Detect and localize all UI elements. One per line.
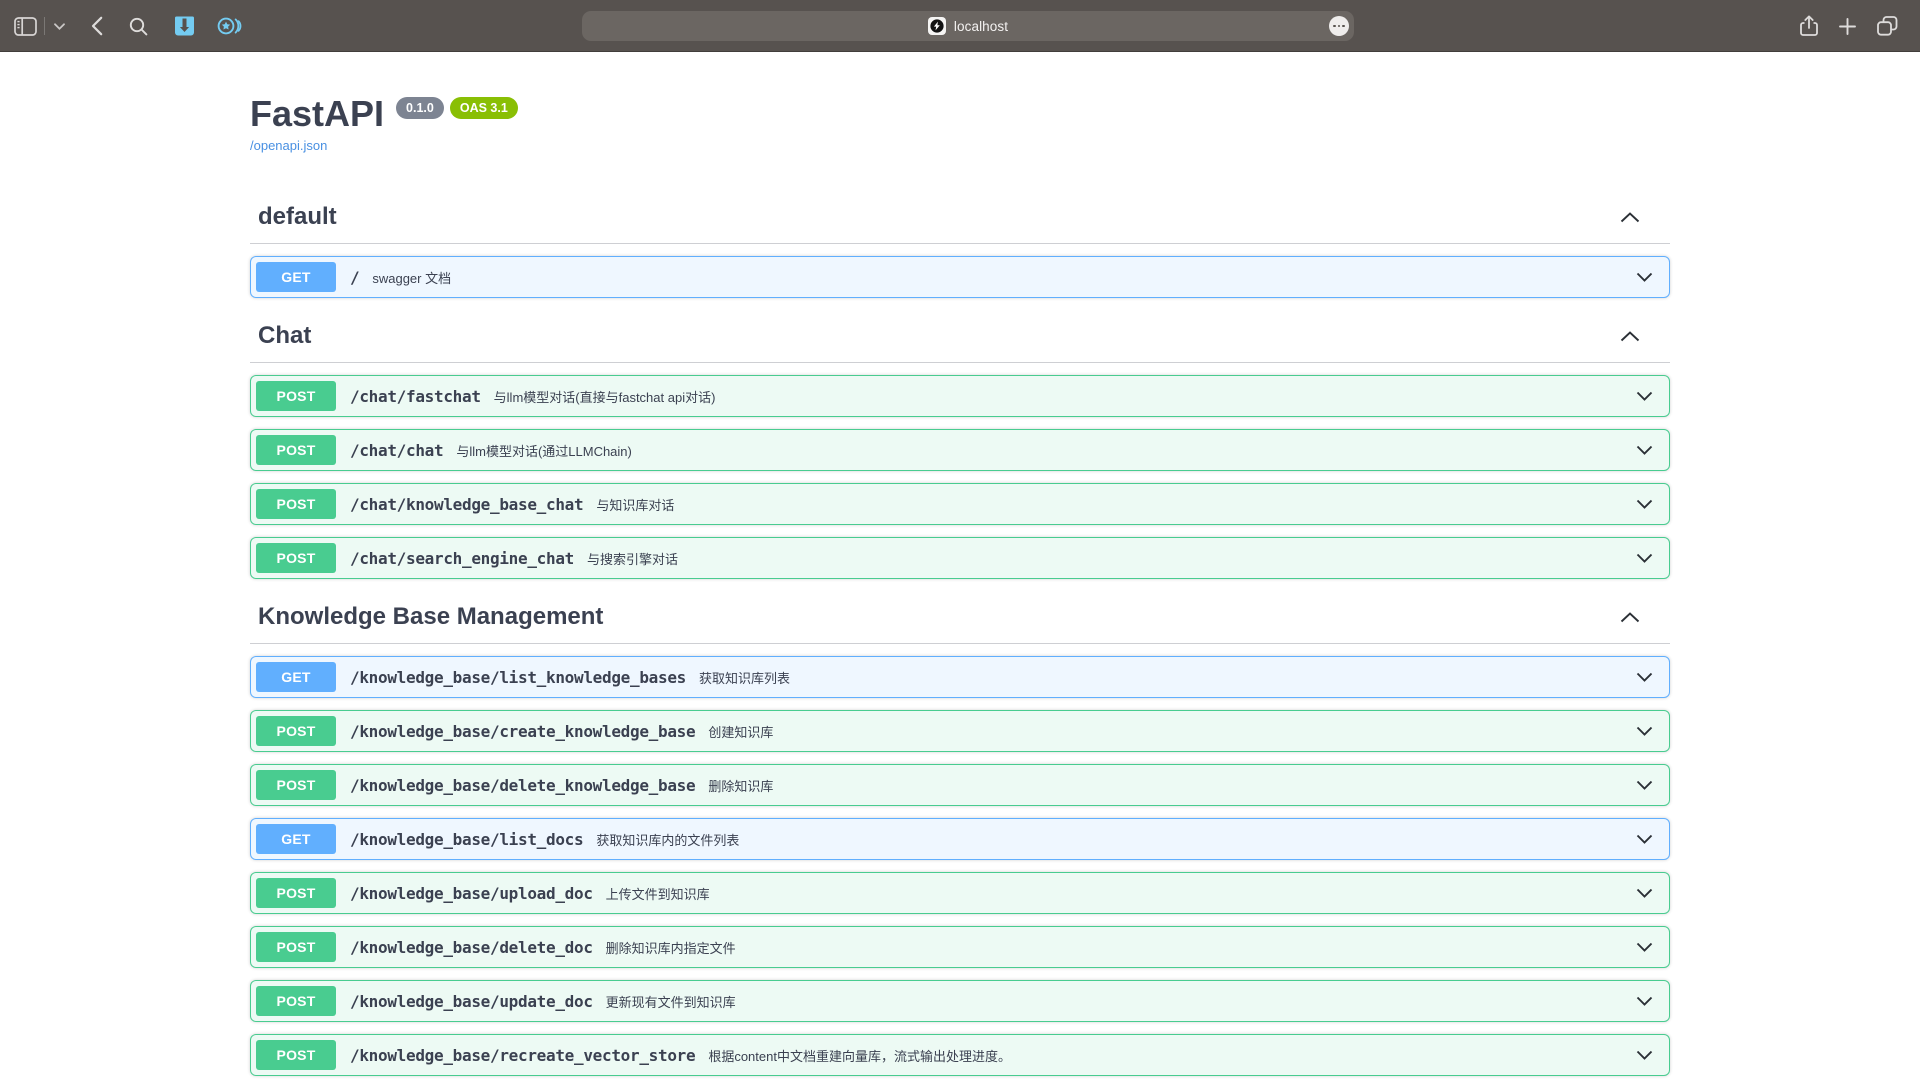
oas-badge: OAS 3.1 [450, 97, 518, 119]
openapi-json-link[interactable]: /openapi.json [250, 138, 327, 153]
endpoint-path: /knowledge_base/recreate_vector_store [350, 1046, 695, 1065]
endpoint-row[interactable]: POST /knowledge_base/delete_doc 删除知识库内指定… [250, 926, 1670, 968]
endpoint-description: 更新现有文件到知识库 [606, 992, 736, 1011]
endpoint-path: /chat/chat [350, 441, 443, 460]
endpoint-description: 删除知识库 [708, 776, 773, 795]
pinboard-extension-icon[interactable] [174, 15, 195, 37]
back-icon[interactable] [91, 16, 103, 36]
endpoint-description: 与知识库对话 [596, 495, 674, 514]
section-chat: Chat POST /chat/fastchat 与llm模型对话(直接与fas… [250, 310, 1670, 579]
swagger-page: FastAPI 0.1.0 OAS 3.1 /openapi.json defa… [230, 52, 1690, 1076]
method-badge: POST [256, 435, 336, 465]
method-badge: POST [256, 543, 336, 573]
endpoint-description: 删除知识库内指定文件 [606, 938, 736, 957]
endpoint-row[interactable]: POST /chat/chat 与llm模型对话(通过LLMChain) [250, 429, 1670, 471]
endpoint-path: /knowledge_base/update_doc [350, 992, 593, 1011]
tab-overview-icon[interactable] [1877, 16, 1898, 36]
new-tab-icon[interactable] [1839, 18, 1856, 35]
expand-chevron-icon[interactable] [1636, 888, 1653, 898]
recording-extension-icon[interactable] [217, 16, 242, 36]
page-title: FastAPI 0.1.0 OAS 3.1 [250, 92, 1670, 136]
method-badge: POST [256, 489, 336, 519]
site-favicon [928, 17, 946, 35]
endpoint-description: 与llm模型对话(直接与fastchat api对话) [494, 387, 716, 406]
toolbar-divider [44, 17, 45, 35]
endpoint-row[interactable]: POST /knowledge_base/create_knowledge_ba… [250, 710, 1670, 752]
endpoint-path: /knowledge_base/list_docs [350, 830, 583, 849]
method-badge: GET [256, 824, 336, 854]
section-header[interactable]: default [250, 191, 1670, 244]
version-badge: 0.1.0 [396, 97, 444, 119]
endpoint-path: /chat/search_engine_chat [350, 549, 574, 568]
expand-chevron-icon[interactable] [1636, 445, 1653, 455]
expand-chevron-icon[interactable] [1636, 780, 1653, 790]
method-badge: POST [256, 878, 336, 908]
endpoint-row[interactable]: POST /knowledge_base/update_doc 更新现有文件到知… [250, 980, 1670, 1022]
expand-chevron-icon[interactable] [1636, 672, 1653, 682]
section-title: Chat [258, 322, 311, 350]
expand-chevron-icon[interactable] [1636, 942, 1653, 952]
endpoint-row[interactable]: POST /chat/fastchat 与llm模型对话(直接与fastchat… [250, 375, 1670, 417]
method-badge: POST [256, 716, 336, 746]
endpoint-description: 根据content中文档重建向量库，流式输出处理进度。 [708, 1046, 1011, 1065]
endpoint-path: /chat/knowledge_base_chat [350, 495, 583, 514]
section-default: default GET / swagger 文档 [250, 191, 1670, 298]
page-menu-ellipsis-button[interactable] [1329, 16, 1349, 36]
expand-chevron-icon[interactable] [1636, 726, 1653, 736]
method-badge: POST [256, 770, 336, 800]
api-info: FastAPI 0.1.0 OAS 3.1 /openapi.json [250, 92, 1670, 155]
endpoint-description: 获取知识库列表 [699, 668, 790, 687]
endpoint-description: 与搜索引擎对话 [587, 549, 678, 568]
expand-chevron-icon[interactable] [1636, 1050, 1653, 1060]
endpoint-description: swagger 文档 [372, 268, 451, 287]
endpoint-description: 与llm模型对话(通过LLMChain) [456, 441, 632, 460]
endpoint-description: 获取知识库内的文件列表 [596, 830, 739, 849]
endpoint-path: /knowledge_base/delete_knowledge_base [350, 776, 695, 795]
section-title: Knowledge Base Management [258, 603, 603, 631]
collapse-chevron-icon[interactable] [1620, 612, 1640, 623]
collapse-chevron-icon[interactable] [1620, 212, 1640, 223]
expand-chevron-icon[interactable] [1636, 553, 1653, 563]
endpoint-row[interactable]: GET / swagger 文档 [250, 256, 1670, 298]
expand-chevron-icon[interactable] [1636, 391, 1653, 401]
browser-toolbar: localhost [0, 0, 1920, 52]
collapse-chevron-icon[interactable] [1620, 331, 1640, 342]
search-icon[interactable] [129, 17, 148, 36]
method-badge: POST [256, 381, 336, 411]
api-title-text: FastAPI [250, 92, 384, 136]
endpoint-description: 上传文件到知识库 [606, 884, 710, 903]
url-text: localhost [954, 19, 1008, 34]
tab-group-chevron-icon[interactable] [54, 23, 65, 30]
share-icon[interactable] [1800, 15, 1818, 37]
expand-chevron-icon[interactable] [1636, 996, 1653, 1006]
method-badge: POST [256, 932, 336, 962]
endpoint-path: /knowledge_base/list_knowledge_bases [350, 668, 686, 687]
endpoint-row[interactable]: POST /knowledge_base/recreate_vector_sto… [250, 1034, 1670, 1076]
endpoint-path: /knowledge_base/delete_doc [350, 938, 593, 957]
expand-chevron-icon[interactable] [1636, 499, 1653, 509]
expand-chevron-icon[interactable] [1636, 272, 1653, 282]
endpoint-path: /chat/fastchat [350, 387, 481, 406]
endpoint-row[interactable]: POST /knowledge_base/delete_knowledge_ba… [250, 764, 1670, 806]
method-badge: POST [256, 1040, 336, 1070]
endpoint-row[interactable]: POST /chat/knowledge_base_chat 与知识库对话 [250, 483, 1670, 525]
endpoint-path: / [350, 268, 359, 287]
endpoint-path: /knowledge_base/create_knowledge_base [350, 722, 695, 741]
method-badge: GET [256, 262, 336, 292]
endpoint-row[interactable]: GET /knowledge_base/list_docs 获取知识库内的文件列… [250, 818, 1670, 860]
method-badge: GET [256, 662, 336, 692]
endpoint-path: /knowledge_base/upload_doc [350, 884, 593, 903]
section-title: default [258, 203, 337, 231]
section-header[interactable]: Chat [250, 310, 1670, 363]
endpoint-row[interactable]: POST /knowledge_base/upload_doc 上传文件到知识库 [250, 872, 1670, 914]
address-bar[interactable]: localhost [582, 11, 1354, 41]
endpoint-row[interactable]: POST /chat/search_engine_chat 与搜索引擎对话 [250, 537, 1670, 579]
expand-chevron-icon[interactable] [1636, 834, 1653, 844]
section-header[interactable]: Knowledge Base Management [250, 591, 1670, 644]
method-badge: POST [256, 986, 336, 1016]
endpoint-description: 创建知识库 [708, 722, 773, 741]
sidebar-toggle-icon[interactable] [14, 17, 37, 36]
endpoint-row[interactable]: GET /knowledge_base/list_knowledge_bases… [250, 656, 1670, 698]
section-knowledge-base-management: Knowledge Base Management GET /knowledge… [250, 591, 1670, 1076]
